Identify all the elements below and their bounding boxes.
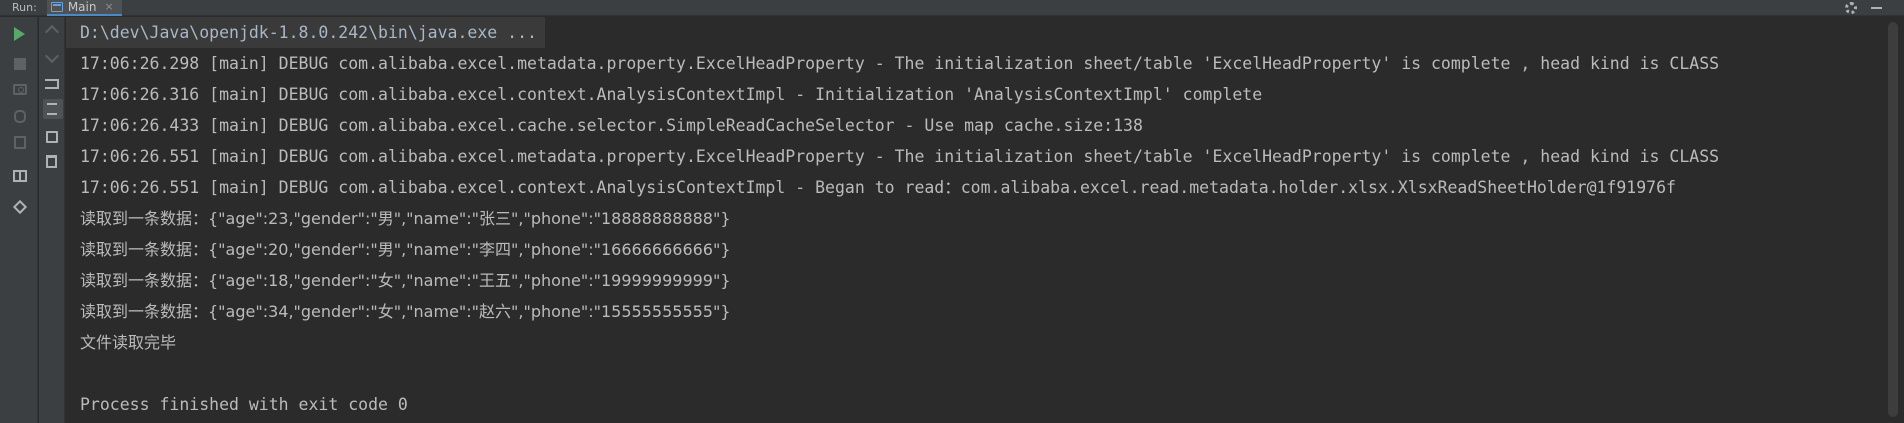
console-line: 17:06:26.551 [main] DEBUG com.alibaba.ex… xyxy=(80,178,1676,197)
console-line: 读取到一条数据：{"age":20,"gender":"男","name":"李… xyxy=(80,240,731,259)
close-tab-icon[interactable]: × xyxy=(104,0,113,15)
run-tool-window-header: Run: Main × xyxy=(0,0,1904,16)
soft-wrap-icon[interactable] xyxy=(45,79,59,89)
scrollbar-thumb[interactable] xyxy=(1888,22,1898,417)
run-label: Run: xyxy=(12,0,37,14)
down-arrow-icon[interactable] xyxy=(44,48,60,64)
tab-main-label: Main xyxy=(67,0,97,14)
console-line: 17:06:26.433 [main] DEBUG com.alibaba.ex… xyxy=(80,116,1143,135)
login-icon[interactable] xyxy=(14,136,26,149)
console-line: 读取到一条数据：{"age":18,"gender":"女","name":"王… xyxy=(80,271,731,290)
play-icon[interactable] xyxy=(14,27,25,41)
console-output[interactable]: D:\dev\Java\openjdk-1.8.0.242\bin\java.e… xyxy=(66,17,1884,423)
console-line: 读取到一条数据：{"age":34,"gender":"女","name":"赵… xyxy=(80,302,731,321)
up-arrow-icon[interactable] xyxy=(44,24,60,40)
console-exit-line: Process finished with exit code 0 xyxy=(80,395,408,414)
camera-icon[interactable] xyxy=(13,84,27,95)
gear-icon[interactable] xyxy=(1845,1,1857,14)
pin-icon[interactable] xyxy=(12,199,28,215)
console-toolbar xyxy=(39,17,65,423)
minimize-icon[interactable] xyxy=(1871,6,1882,9)
layout-icon[interactable] xyxy=(13,170,27,182)
console-line: 17:06:26.551 [main] DEBUG com.alibaba.ex… xyxy=(80,147,1720,166)
header-actions xyxy=(1845,1,1904,14)
run-actions-toolbar xyxy=(0,17,38,423)
printer-icon[interactable] xyxy=(46,131,58,143)
console-line: 17:06:26.316 [main] DEBUG com.alibaba.ex… xyxy=(80,85,1263,104)
run-config-icon xyxy=(50,1,63,12)
console-line: 17:06:26.298 [main] DEBUG com.alibaba.ex… xyxy=(80,54,1720,73)
bug-icon[interactable] xyxy=(14,110,26,123)
console-command-line: D:\dev\Java\openjdk-1.8.0.242\bin\java.e… xyxy=(66,17,545,48)
console-line: 文件读取完毕 xyxy=(80,333,177,352)
tab-main[interactable]: Main × xyxy=(46,0,122,16)
vertical-scrollbar[interactable] xyxy=(1888,22,1898,417)
scroll-to-end-icon[interactable] xyxy=(43,99,63,119)
console-line: 读取到一条数据：{"age":23,"gender":"男","name":"张… xyxy=(80,209,731,228)
stop-icon[interactable] xyxy=(14,58,26,70)
trash-icon[interactable] xyxy=(46,155,57,168)
